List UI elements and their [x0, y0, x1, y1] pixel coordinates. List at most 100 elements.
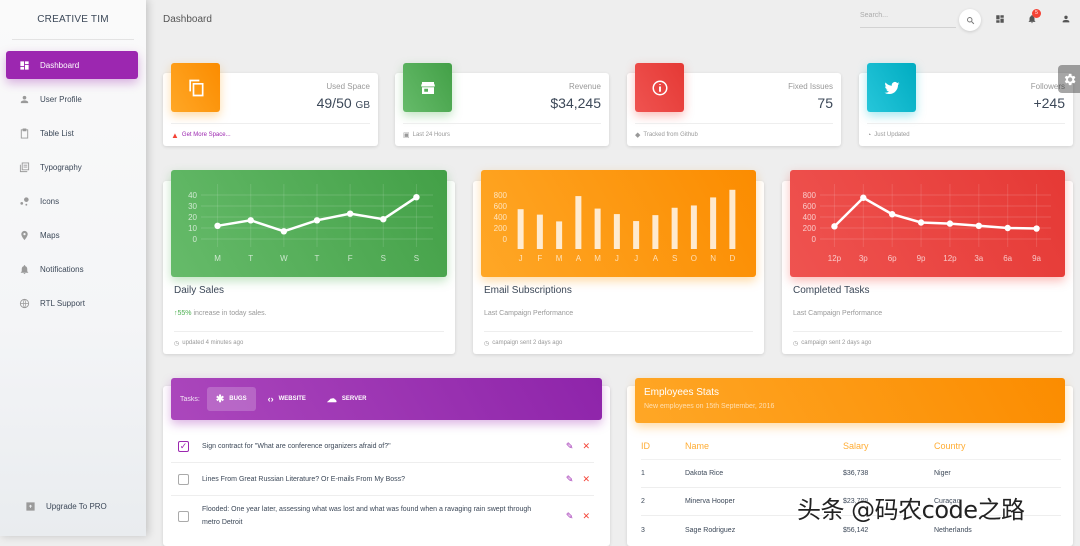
stat-value: +245: [1033, 95, 1065, 111]
x-tick-label: T: [315, 254, 320, 263]
card-title: Completed Tasks: [793, 285, 870, 296]
sidebar-item-typography[interactable]: Typography: [6, 153, 138, 181]
bar: [556, 221, 563, 249]
tag-icon: ◆: [635, 132, 641, 139]
x-tick-label: 9a: [1032, 254, 1041, 263]
sidebar-item-label: Maps: [40, 230, 60, 240]
stat-card-followers: Followers +245 ◔ Just Updated: [859, 63, 1073, 146]
edit-icon[interactable]: ✎: [566, 474, 574, 485]
data-point: [313, 217, 321, 224]
x-tick-label: W: [280, 254, 288, 263]
settings-plugin-button[interactable]: [1058, 65, 1080, 93]
sidebar-item-label: User Profile: [40, 94, 82, 104]
dashboard-icon: [18, 59, 30, 71]
task-row: Lines From Great Russian Literature? Or …: [171, 463, 594, 496]
stat-icon-box: [403, 63, 452, 112]
data-point: [1033, 225, 1040, 232]
person-icon: [18, 93, 30, 105]
table-header: ID Name Salary Country: [641, 432, 1061, 460]
tab-server[interactable]: ☁ SERVER: [318, 387, 376, 411]
bar: [729, 189, 736, 249]
sidebar-item-user-profile[interactable]: User Profile: [6, 85, 138, 113]
chart-card-completed-tasks: 0 200 400 600 800 12p 3p 6p 9p 12p 3a 6a 9a Complete…: [782, 170, 1073, 354]
task-row: Flooded: One year later, assessing what …: [171, 496, 594, 536]
x-tick-label: A: [576, 254, 582, 263]
upgrade-to-pro-link[interactable]: Upgrade To PRO: [12, 492, 130, 520]
x-tick-label: O: [691, 254, 697, 263]
upgrade-label: Upgrade To PRO: [46, 501, 107, 511]
sidebar-item-table-list[interactable]: Table List: [6, 119, 138, 147]
x-tick-label: M: [594, 254, 601, 263]
clock-icon: ◷: [793, 340, 799, 347]
x-tick-label: J: [634, 254, 638, 263]
warning-icon: ▲: [171, 130, 179, 140]
cloud-icon: ☁: [326, 393, 337, 405]
task-checkbox[interactable]: [178, 510, 189, 522]
daily-sales-chart: 0 10 20 30 40 M T W T F S S: [171, 170, 447, 277]
y-tick-label: 0: [193, 235, 198, 244]
edit-icon[interactable]: ✎: [566, 441, 574, 452]
bar: [633, 221, 640, 249]
card-subtitle: ↑55% increase in today sales.: [174, 310, 267, 317]
task-checkbox[interactable]: ✓: [178, 440, 189, 452]
brand-logo[interactable]: CREATIVE TIM: [12, 0, 134, 40]
sidebar-item-label: Table List: [40, 128, 74, 138]
stat-footer: ▣ Last 24 Hours: [403, 123, 601, 146]
y-tick-label: 20: [188, 213, 197, 222]
dashboard-toggle-button[interactable]: [994, 13, 1006, 25]
card-footer: ◷ campaign sent 2 days ago: [484, 331, 753, 354]
bar: [710, 197, 717, 249]
y-tick-label: 200: [803, 224, 817, 233]
clock-icon: ◷: [174, 340, 180, 347]
tab-bugs[interactable]: ✱ BUGS: [206, 387, 256, 411]
sidebar-item-icons[interactable]: Icons: [6, 187, 138, 215]
calendar-icon: ▣: [403, 132, 410, 139]
x-tick-label: J: [519, 254, 523, 263]
sidebar-item-dashboard[interactable]: Dashboard: [6, 51, 138, 79]
globe-icon: [18, 297, 30, 309]
edit-icon[interactable]: ✎: [566, 511, 574, 522]
email-subscriptions-svg: 0 200 400 600 800 J F M A M J J A S O N D: [494, 189, 736, 263]
data-point: [247, 217, 254, 224]
x-tick-label: M: [214, 254, 221, 263]
x-tick-label: T: [248, 254, 253, 263]
dashboard-icon: [996, 15, 1004, 23]
close-icon[interactable]: ✕: [582, 511, 590, 522]
data-point: [214, 222, 221, 229]
x-tick-label: M: [556, 254, 563, 263]
close-icon[interactable]: ✕: [582, 474, 590, 485]
x-tick-label: 6a: [1003, 254, 1012, 263]
y-tick-label: 800: [803, 191, 817, 200]
sidebar-item-rtl-support[interactable]: RTL Support: [6, 289, 138, 317]
tab-website[interactable]: ‹› WEBSITE: [259, 387, 315, 411]
data-point: [917, 219, 925, 226]
x-tick-label: D: [729, 254, 735, 263]
get-more-space-link[interactable]: Get More Space...: [182, 132, 231, 138]
tasks-card: Tasks: ✱ BUGS ‹› WEBSITE ☁ SERVER ✓ Sign co…: [163, 378, 610, 546]
x-tick-label: A: [653, 254, 659, 263]
profile-button[interactable]: [1060, 13, 1072, 25]
search-input[interactable]: Search...: [860, 10, 956, 28]
card-subtitle: Last Campaign Performance: [484, 310, 574, 317]
bar: [517, 209, 524, 249]
bar: [613, 214, 620, 249]
sidebar-item-maps[interactable]: Maps: [6, 221, 138, 249]
x-tick-label: N: [710, 254, 716, 263]
watermark: 头条 @码农code之路: [797, 496, 1025, 524]
x-tick-label: 3a: [974, 254, 983, 263]
stat-value: $34,245: [550, 95, 601, 111]
twitter-icon: [884, 81, 899, 94]
x-tick-label: 12p: [828, 254, 842, 263]
sidebar-item-notifications[interactable]: Notifications: [6, 255, 138, 283]
y-tick-label: 10: [188, 224, 197, 233]
card-footer: ◷ campaign sent 2 days ago: [793, 331, 1062, 354]
chart-card-email-subscriptions: 0 200 400 600 800 J F M A M J J A S O N D Email Subscrip…: [473, 170, 764, 354]
card-footer: ◷ updated 4 minutes ago: [174, 331, 444, 354]
x-tick-label: 3p: [859, 254, 868, 263]
y-tick-label: 600: [803, 202, 817, 211]
task-checkbox[interactable]: [178, 473, 189, 485]
close-icon[interactable]: ✕: [582, 441, 590, 452]
card-subtitle: New employees on 15th September, 2016: [644, 403, 775, 410]
search-button[interactable]: [959, 9, 981, 31]
data-point: [946, 220, 954, 227]
